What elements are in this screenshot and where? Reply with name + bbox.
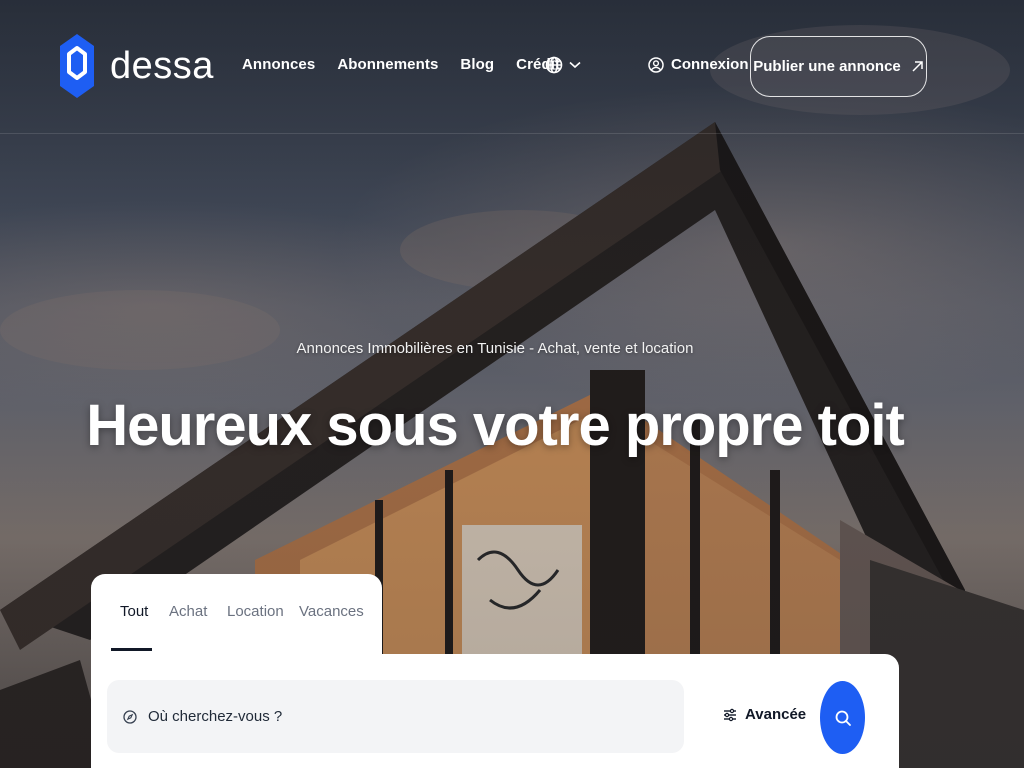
login-link[interactable]: Connexion	[648, 56, 749, 73]
advanced-search-label: Avancée	[745, 706, 807, 723]
arrow-up-right-icon	[912, 61, 923, 72]
location-search-field[interactable]	[107, 680, 684, 753]
location-search-input[interactable]	[148, 708, 648, 725]
search-panel: Avancée	[91, 654, 899, 768]
publish-listing-label: Publier une annonce	[753, 58, 901, 75]
brand-logo-icon	[60, 34, 94, 98]
globe-icon	[545, 56, 563, 74]
nav-item-annonces[interactable]: Annonces	[242, 56, 315, 73]
compass-icon	[123, 709, 137, 724]
user-icon	[648, 56, 664, 73]
search-tabs: Tout Achat Location Vacances	[91, 574, 382, 664]
tab-achat[interactable]: Achat	[169, 603, 207, 620]
site-header: dessa Annonces Abonnements Blog Crédit C…	[0, 0, 1024, 134]
publish-listing-button[interactable]: Publier une annonce	[750, 36, 927, 97]
hero-title: Heureux sous votre propre toit	[86, 393, 905, 458]
filter-sliders-icon	[724, 708, 736, 721]
brand-logo[interactable]: dessa	[58, 32, 214, 100]
tab-location[interactable]: Location	[227, 603, 284, 620]
tab-vacances[interactable]: Vacances	[299, 603, 364, 620]
search-button[interactable]	[820, 681, 865, 754]
tab-tout[interactable]: Tout	[120, 603, 148, 620]
language-selector[interactable]	[545, 56, 581, 74]
search-icon	[835, 710, 851, 726]
active-tab-indicator	[111, 648, 152, 651]
advanced-search-button[interactable]: Avancée	[723, 706, 806, 723]
nav-item-abonnements[interactable]: Abonnements	[337, 56, 438, 73]
hero-subtitle: Annonces Immobilières en Tunisie - Achat…	[296, 340, 694, 357]
login-label: Connexion	[671, 56, 749, 73]
brand-name: dessa	[110, 44, 214, 87]
nav-item-blog[interactable]: Blog	[460, 56, 494, 73]
main-nav: Annonces Abonnements Blog Crédit	[242, 56, 560, 73]
chevron-down-icon	[569, 61, 581, 69]
